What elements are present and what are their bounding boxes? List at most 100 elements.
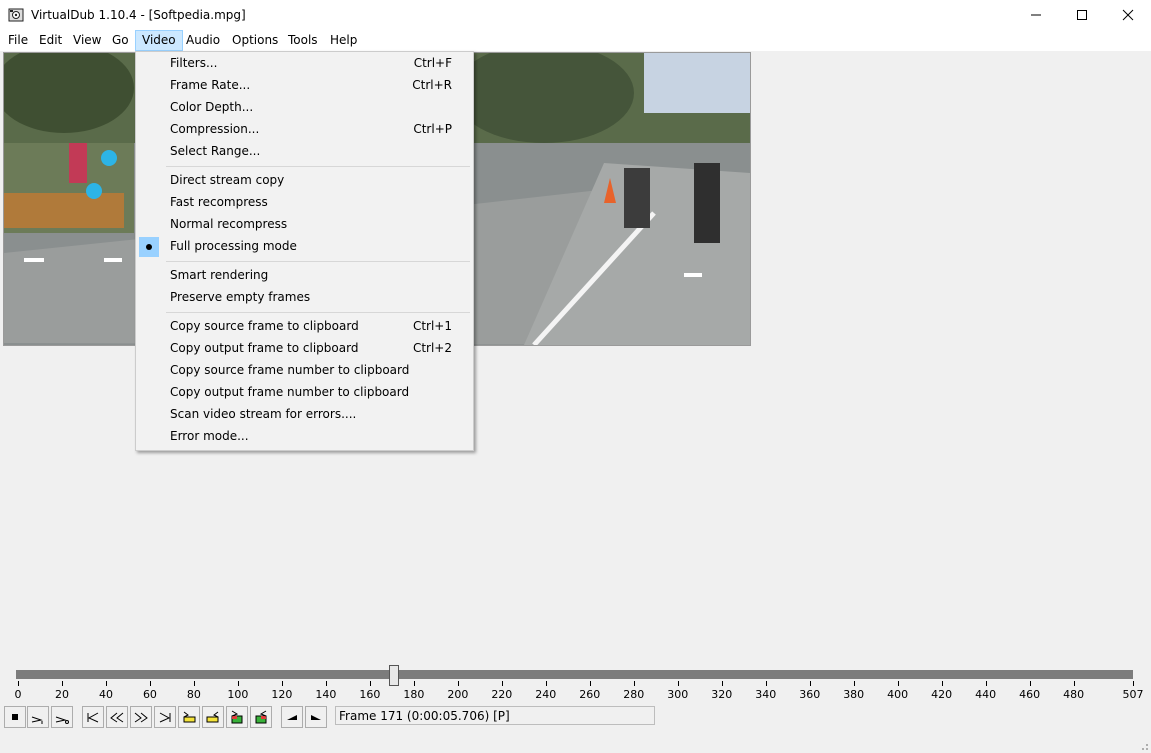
menu-item-normal-recompress[interactable]: Normal recompress xyxy=(136,214,473,236)
scene-forward-button[interactable] xyxy=(250,706,272,728)
timeline-tick xyxy=(413,681,415,686)
play-input-icon xyxy=(31,716,43,724)
timeline-tick-label: 440 xyxy=(975,688,997,701)
virtualdub-app-icon[interactable] xyxy=(8,7,24,23)
minimize-button[interactable] xyxy=(1013,0,1059,30)
go-to-end-button[interactable] xyxy=(154,706,176,728)
timeline-tick xyxy=(897,681,899,686)
menu-edit[interactable]: Edit xyxy=(33,31,68,50)
timeline-tick-label: 360 xyxy=(799,688,821,701)
timeline-tick-label: 480 xyxy=(1063,688,1085,701)
mark-in-icon xyxy=(287,715,297,720)
menu-item-filters[interactable]: Filters... Ctrl+F xyxy=(136,53,473,75)
menu-item-full-processing-mode[interactable]: Full processing mode xyxy=(136,236,473,258)
timeline-tick-label: 320 xyxy=(711,688,733,701)
menu-item-select-range[interactable]: Select Range... xyxy=(136,141,473,163)
mark-in-button[interactable] xyxy=(281,706,303,728)
menu-separator xyxy=(166,312,470,313)
timeline-tick xyxy=(545,681,547,686)
timeline-tick xyxy=(633,681,635,686)
timeline-tick xyxy=(765,681,767,686)
menu-item-compression[interactable]: Compression... Ctrl+P xyxy=(136,119,473,141)
next-keyframe-button[interactable] xyxy=(202,706,224,728)
timeline-tick-label: 180 xyxy=(403,688,425,701)
menu-item-scan-video-stream[interactable]: Scan video stream for errors.... xyxy=(136,404,473,426)
timeline-position-thumb[interactable] xyxy=(389,665,400,686)
play-input-button[interactable] xyxy=(27,706,49,728)
stop-button[interactable] xyxy=(4,706,26,728)
menu-item-copy-source-frame-number[interactable]: Copy source frame number to clipboard xyxy=(136,360,473,382)
menu-separator xyxy=(166,261,470,262)
mark-out-icon xyxy=(311,715,321,720)
timeline-tick-label: 300 xyxy=(667,688,689,701)
menu-help[interactable]: Help xyxy=(324,31,363,50)
menu-item-copy-output-frame-number[interactable]: Copy output frame number to clipboard xyxy=(136,382,473,404)
timeline-tick xyxy=(149,681,151,686)
previous-keyframe-icon xyxy=(183,711,196,723)
maximize-icon xyxy=(1077,10,1087,20)
menu-item-frame-rate[interactable]: Frame Rate... Ctrl+R xyxy=(136,75,473,97)
timeline-tick xyxy=(325,681,327,686)
maximize-button[interactable] xyxy=(1059,0,1105,30)
timeline-tick xyxy=(941,681,943,686)
menu-item-fast-recompress[interactable]: Fast recompress xyxy=(136,192,473,214)
timeline-tick-label: 80 xyxy=(186,688,201,701)
previous-keyframe-button[interactable] xyxy=(178,706,200,728)
menu-item-copy-output-frame[interactable]: Copy output frame to clipboard Ctrl+2 xyxy=(136,338,473,360)
timeline-tick-label: 380 xyxy=(843,688,865,701)
next-frame-button[interactable] xyxy=(130,706,152,728)
timeline-tick-label: 280 xyxy=(623,688,645,701)
mark-out-button[interactable] xyxy=(305,706,327,728)
previous-frame-button[interactable] xyxy=(106,706,128,728)
timeline-tick-label: 100 xyxy=(227,688,249,701)
timeline-tick xyxy=(61,681,63,686)
timeline-tick-label: 60 xyxy=(142,688,157,701)
minimize-icon xyxy=(1031,14,1041,16)
window-title: VirtualDub 1.10.4 - [Softpedia.mpg] xyxy=(31,8,246,22)
timeline-tick xyxy=(1029,681,1031,686)
timeline-tick-label: 220 xyxy=(491,688,513,701)
timeline-tick-label: 200 xyxy=(447,688,469,701)
scene-back-icon xyxy=(231,710,243,724)
timeline-tick xyxy=(18,681,19,686)
scene-forward-icon xyxy=(255,710,267,724)
timeline-tick xyxy=(1133,681,1134,686)
menu-options[interactable]: Options xyxy=(226,31,284,50)
timeline-tick-label: 400 xyxy=(887,688,909,701)
menu-item-color-depth[interactable]: Color Depth... xyxy=(136,97,473,119)
next-frame-icon xyxy=(134,712,148,723)
timeline-tick-label: 20 xyxy=(54,688,69,701)
menu-file[interactable]: File xyxy=(2,31,34,50)
menu-video[interactable]: Video xyxy=(135,30,183,51)
menu-audio[interactable]: Audio xyxy=(180,31,226,50)
radio-check-icon xyxy=(139,237,159,257)
play-output-button[interactable] xyxy=(51,706,73,728)
menu-item-copy-source-frame[interactable]: Copy source frame to clipboard Ctrl+1 xyxy=(136,316,473,338)
timeline-tick xyxy=(457,681,459,686)
menu-go[interactable]: Go xyxy=(106,31,135,50)
menu-item-direct-stream-copy[interactable]: Direct stream copy xyxy=(136,170,473,192)
scene-back-button[interactable] xyxy=(226,706,248,728)
timeline-tick-label: 120 xyxy=(271,688,293,701)
menu-view[interactable]: View xyxy=(67,31,107,50)
timeline-tick xyxy=(237,681,239,686)
menu-item-smart-rendering[interactable]: Smart rendering xyxy=(136,265,473,287)
timeline-tick-label: 240 xyxy=(535,688,557,701)
close-button[interactable] xyxy=(1105,0,1151,30)
timeline-tick-label: 507 xyxy=(1122,688,1144,701)
timeline-track[interactable] xyxy=(16,670,1133,679)
menu-item-preserve-empty-frames[interactable]: Preserve empty frames xyxy=(136,287,473,309)
timeline-tick xyxy=(721,681,723,686)
timeline-tick-label: 260 xyxy=(579,688,601,701)
menu-item-error-mode[interactable]: Error mode... xyxy=(136,426,473,448)
frame-info-status: Frame 171 (0:00:05.706) [P] xyxy=(335,706,655,725)
timeline-tick-label: 340 xyxy=(755,688,777,701)
go-to-start-icon xyxy=(87,712,99,723)
go-to-start-button[interactable] xyxy=(82,706,104,728)
timeline-tick xyxy=(985,681,987,686)
next-keyframe-icon xyxy=(206,711,219,723)
resize-grip-icon[interactable] xyxy=(1139,741,1149,751)
menu-tools[interactable]: Tools xyxy=(282,31,324,50)
title-bar: VirtualDub 1.10.4 - [Softpedia.mpg] xyxy=(0,0,1151,30)
timeline-tick-label: 460 xyxy=(1019,688,1041,701)
